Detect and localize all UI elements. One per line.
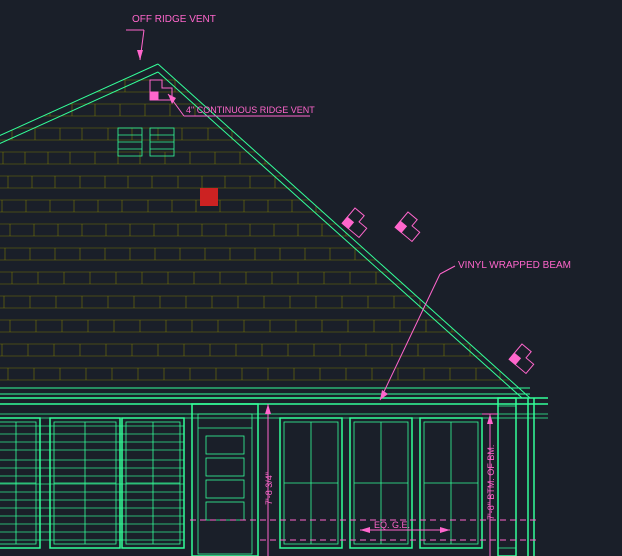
detail-marker-mid-2	[395, 212, 425, 241]
label-eq-note: EQ. G.E.	[374, 520, 410, 530]
porch-column	[498, 398, 516, 556]
label-door-height: 7'-8 3/4"	[264, 472, 274, 505]
window-far-left	[0, 418, 40, 548]
cad-drawing-canvas[interactable]: OFF RIDGE VENT 4" CONTINUOUS RIDGE VENT …	[0, 0, 622, 556]
detail-marker-ridge	[150, 80, 172, 100]
label-cont-ridge-vent: 4" CONTINUOUS RIDGE VENT	[186, 105, 315, 115]
label-vinyl-beam: VINYL WRAPPED BEAM	[458, 260, 571, 271]
callout-vinyl-beam: VINYL WRAPPED BEAM	[380, 260, 571, 400]
dimension-bottom: EQ. G.E.	[190, 520, 540, 540]
roof-shingle-hatch	[0, 80, 620, 380]
roof-red-marker	[200, 188, 218, 206]
elevation-wall	[0, 398, 548, 556]
window-left-2	[122, 418, 184, 548]
detail-marker-eave	[509, 344, 539, 373]
callout-off-ridge-vent: OFF RIDGE VENT	[126, 14, 216, 60]
window-left	[50, 418, 120, 548]
label-off-ridge-vent: OFF RIDGE VENT	[132, 14, 216, 25]
entry-door	[192, 404, 258, 556]
window-right-1	[280, 418, 342, 548]
label-beam-height: 7'-8" BTM. OF BM.	[486, 445, 496, 520]
callout-cont-ridge-vent: 4" CONTINUOUS RIDGE VENT	[168, 94, 315, 116]
dimension-beam-height: 7'-8" BTM. OF BM.	[482, 414, 498, 556]
dimension-door-height: 7'-8 3/4"	[264, 404, 274, 556]
window-right-3	[420, 418, 482, 548]
